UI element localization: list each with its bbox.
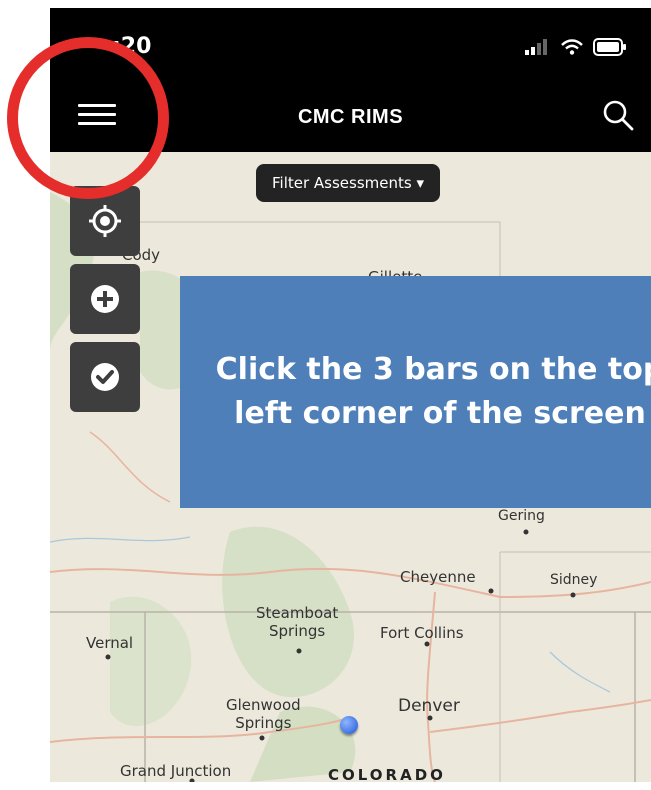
- complete-button[interactable]: [70, 342, 140, 412]
- assessment-pin[interactable]: [340, 716, 358, 734]
- search-button[interactable]: [601, 98, 635, 132]
- target-icon: [89, 205, 121, 237]
- wifi-icon: [561, 39, 583, 55]
- plus-icon: [91, 285, 119, 313]
- callout-text: Click the 3 bars on the top left corner …: [215, 352, 651, 431]
- highlight-circle: [7, 37, 169, 199]
- filter-assessments-button[interactable]: Filter Assessments ▾: [256, 164, 441, 202]
- battery-icon: [593, 38, 626, 56]
- signal-icon: [525, 39, 547, 55]
- search-icon: [603, 100, 634, 131]
- add-assessment-button[interactable]: [70, 264, 140, 334]
- checkmark-icon: [91, 363, 119, 391]
- status-icons: [525, 38, 627, 56]
- tutorial-callout: Click the 3 bars on the top left corner …: [180, 276, 651, 508]
